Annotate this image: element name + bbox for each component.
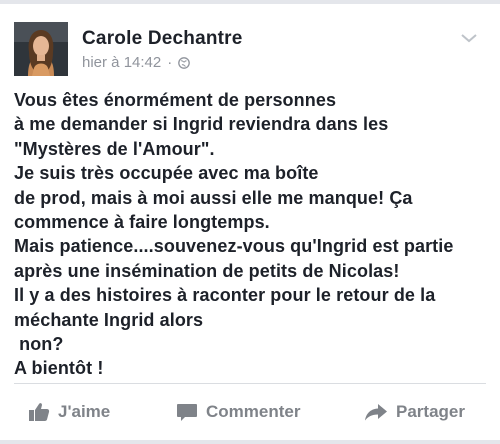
comment-icon xyxy=(177,404,197,421)
post-text-line: Il y a des histoires à raconter pour le … xyxy=(14,285,436,306)
post-text-line: A bientôt ! xyxy=(14,358,104,379)
like-button[interactable]: J'aime xyxy=(28,402,110,422)
share-label: Partager xyxy=(396,402,465,421)
facebook-post-card: Carole Dechantre hier à 14:42 · Vous ête… xyxy=(0,0,500,444)
bottom-divider xyxy=(0,440,500,444)
post-text-line: à me demander si Ingrid reviendra dans l… xyxy=(14,114,389,135)
chevron-down-icon[interactable] xyxy=(460,32,478,44)
post-text-line: "Mystères de l'Amour". xyxy=(14,138,215,159)
actions-divider xyxy=(14,383,486,384)
like-label: J'aime xyxy=(58,402,111,421)
post-text-line: Je suis très occupée avec ma boîte xyxy=(14,163,319,184)
comment-button[interactable]: Commenter xyxy=(176,402,300,422)
post-text-line: après une insémination de petits de Nico… xyxy=(14,260,400,281)
post-text-line: de prod, mais à moi aussi elle me manque… xyxy=(14,187,413,208)
post-text-line: commence à faire longtemps. xyxy=(14,212,270,233)
post-text: Vous êtes énormément de personnes à me d… xyxy=(14,88,492,381)
author-name[interactable]: Carole Dechantre xyxy=(82,28,243,50)
meta-separator: · xyxy=(167,54,173,71)
timestamp[interactable]: hier à 14:42 xyxy=(82,54,161,71)
comment-label: Commenter xyxy=(206,402,301,421)
share-button[interactable]: Partager xyxy=(364,402,465,422)
post-text-line: Mais patience....souvenez-vous qu'Ingrid… xyxy=(14,236,454,257)
share-arrow-icon xyxy=(365,404,387,421)
profile-photo-icon xyxy=(14,22,68,76)
post-text-line: Vous êtes énormément de personnes xyxy=(14,90,337,110)
post-text-line: non? xyxy=(14,334,64,355)
top-divider xyxy=(0,0,500,4)
thumbs-up-icon xyxy=(29,403,50,421)
post-text-line: méchante Ingrid alors xyxy=(14,309,204,330)
post-actions: J'aime Commenter Partager xyxy=(0,388,500,436)
globe-icon[interactable] xyxy=(178,56,191,69)
avatar[interactable] xyxy=(14,22,68,76)
post-meta: hier à 14:42 · xyxy=(82,54,191,71)
post-header: Carole Dechantre hier à 14:42 · xyxy=(14,22,490,78)
